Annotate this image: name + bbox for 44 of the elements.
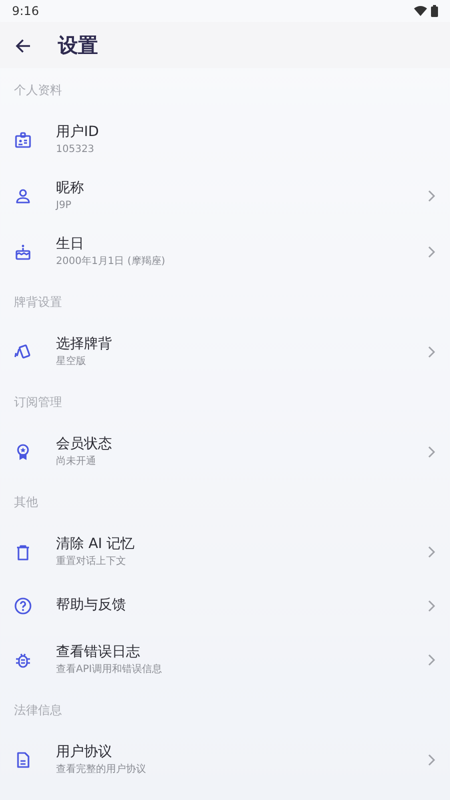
- section-header: 订阅管理: [14, 394, 62, 411]
- item-subtitle: 尚未开通: [56, 455, 97, 468]
- section-header: 法律信息: [14, 702, 62, 719]
- cake-icon: [14, 243, 32, 261]
- settings-item[interactable]: 昵称 J9P: [0, 168, 450, 224]
- settings-item[interactable]: 会员状态 尚未开通: [0, 424, 450, 480]
- battery-icon: [431, 5, 438, 17]
- bug-icon: [14, 651, 32, 669]
- item-title: 查看错误日志: [56, 644, 141, 662]
- document-icon: [14, 751, 32, 769]
- item-title: 生日: [56, 236, 85, 254]
- section-header: 其他: [14, 494, 38, 511]
- person-icon: [14, 187, 32, 205]
- trash-icon: [14, 543, 32, 561]
- item-title: 选择牌背: [56, 336, 113, 354]
- item-subtitle: J9P: [56, 199, 72, 212]
- item-title: 用户协议: [56, 744, 113, 762]
- item-subtitle: 105323: [56, 143, 96, 156]
- item-title: 昵称: [56, 180, 85, 198]
- item-subtitle: 星空版: [56, 355, 87, 368]
- settings-item[interactable]: 查看错误日志 查看API调用和错误信息: [0, 632, 450, 688]
- item-title: 用户ID: [56, 124, 100, 142]
- settings-item[interactable]: 用户协议 查看完整的用户协议: [0, 732, 450, 788]
- settings-item[interactable]: 帮助与反馈: [0, 580, 450, 632]
- settings-item[interactable]: 清除 AI 记忆 重置对话上下文: [0, 524, 450, 580]
- award-icon: [14, 443, 32, 461]
- item-title: 会员状态: [56, 436, 113, 454]
- item-subtitle: 查看完整的用户协议: [56, 763, 147, 776]
- section-header: 个人资料: [14, 82, 62, 99]
- status-time: 9:16: [12, 3, 39, 20]
- page-title: 设置: [58, 32, 98, 59]
- item-title: 帮助与反馈: [56, 597, 127, 615]
- item-subtitle: 查看API调用和错误信息: [56, 663, 163, 676]
- id-badge-icon: [14, 131, 32, 149]
- item-title: 清除 AI 记忆: [56, 536, 136, 554]
- item-subtitle: 2000年1月1日 (摩羯座): [56, 255, 166, 268]
- item-subtitle: 重置对话上下文: [56, 555, 127, 568]
- settings-item[interactable]: 生日 2000年1月1日 (摩羯座): [0, 224, 450, 280]
- help-icon: [14, 597, 32, 615]
- cards-icon: [14, 343, 32, 361]
- section-header: 牌背设置: [14, 294, 62, 311]
- settings-item[interactable]: 选择牌背 星空版: [0, 324, 450, 380]
- settings-item[interactable]: 用户ID 105323: [0, 112, 450, 168]
- wifi-icon: [414, 6, 427, 16]
